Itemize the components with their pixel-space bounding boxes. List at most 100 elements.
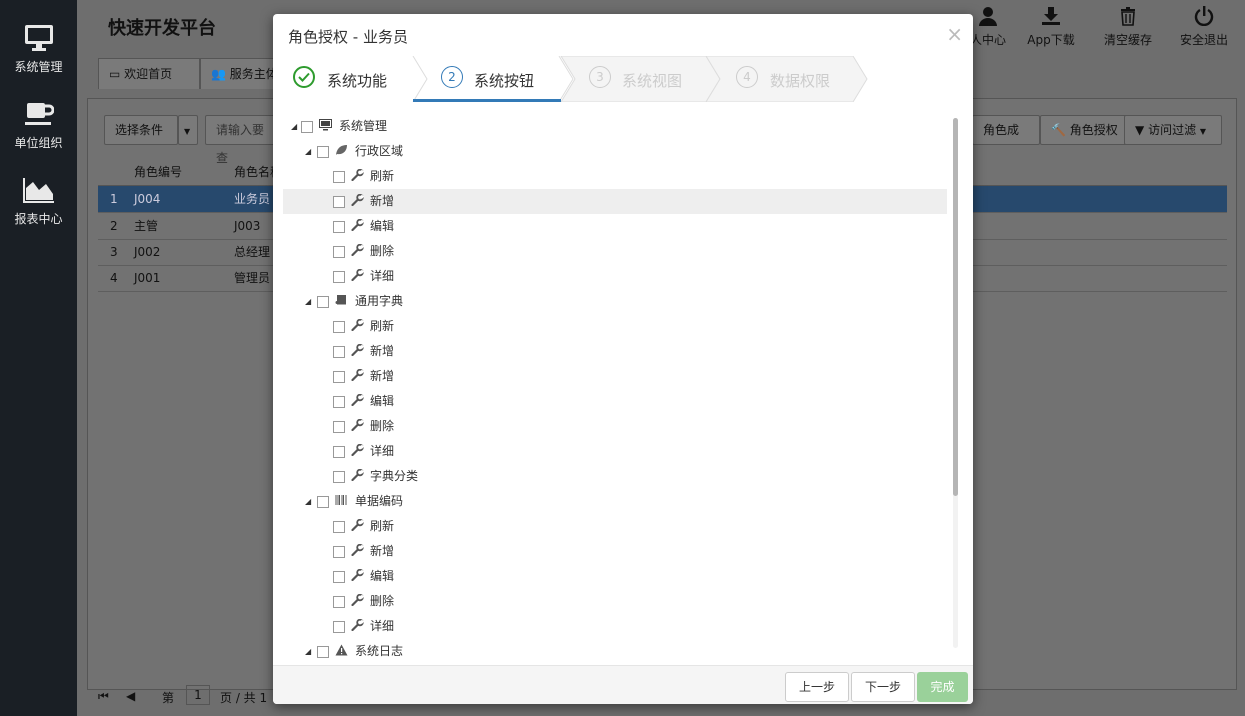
tree-leaf-node[interactable]: 详细 <box>283 614 947 639</box>
first-page-icon[interactable]: ⏮ <box>98 689 109 704</box>
permission-tree: ◢ 系统管理 ◢ 行政区域 刷新 新增 编辑 删除 详细 ◢ 通用字典 刷新 新增 新增 编辑 删除 详细 字典分… <box>273 102 973 665</box>
users-icon: 👥 <box>211 67 226 81</box>
prev-page-icon[interactable]: ◀ <box>126 689 135 703</box>
tree-leaf-node[interactable]: 删除 <box>283 589 947 614</box>
button-label: 角色授权 <box>1069 123 1118 137</box>
cell-name: 总经理 <box>234 245 271 259</box>
tree-checkbox[interactable] <box>333 521 345 533</box>
button-label: 选择条件 <box>115 123 164 137</box>
tree-checkbox[interactable] <box>333 621 345 633</box>
tree-checkbox[interactable] <box>333 271 345 283</box>
cell-name: 业务员 <box>234 192 271 206</box>
app-title: 快速开发平台 <box>108 18 216 39</box>
close-icon[interactable]: × <box>946 22 963 46</box>
tree-node-label: 详细 <box>370 444 395 458</box>
tree-leaf-node[interactable]: 编辑 <box>283 389 947 414</box>
tree-leaf-node[interactable]: 字典分类 <box>283 464 947 489</box>
next-step-button[interactable]: 下一步 <box>851 672 915 702</box>
sidebar-item-system[interactable]: 系统管理 <box>0 24 77 75</box>
wrench-icon <box>351 315 365 340</box>
tree-checkbox[interactable] <box>317 296 329 308</box>
page-input[interactable]: 1 <box>186 685 210 705</box>
step-label-system-buttons[interactable]: 系统按钮 <box>474 70 534 91</box>
wrench-icon <box>351 590 365 615</box>
role-members-button[interactable]: 角色成员 <box>972 115 1040 145</box>
tree-group-node[interactable]: ◢ 通用字典 <box>283 289 947 314</box>
tree-node-label: 行政区域 <box>355 144 404 158</box>
tree-checkbox[interactable] <box>333 246 345 258</box>
tree-leaf-node[interactable]: 删除 <box>283 239 947 264</box>
role-auth-button[interactable]: 🔨 角色授权 <box>1040 115 1134 145</box>
expand-toggle-icon[interactable]: ◢ <box>291 114 297 139</box>
top-button-label: 人中心 <box>969 33 1006 47</box>
clear-cache-button[interactable]: 清空缓存 <box>1093 6 1163 48</box>
step-label-system-function[interactable]: 系统功能 <box>327 70 387 91</box>
tree-checkbox[interactable] <box>333 446 345 458</box>
tree-group-node[interactable]: ◢ 系统管理 <box>283 114 947 139</box>
tree-checkbox[interactable] <box>333 546 345 558</box>
tree-group-node[interactable]: ◢ 单据编码 <box>283 489 947 514</box>
tab-service[interactable]: 👥 服务主体 <box>200 58 274 89</box>
tree-leaf-node[interactable]: 刷新 <box>283 514 947 539</box>
pager-label: 第 <box>162 691 175 705</box>
tree-leaf-node[interactable]: 新增 <box>283 189 947 214</box>
tree-checkbox[interactable] <box>333 221 345 233</box>
tree-node-label: 字典分类 <box>370 469 419 483</box>
tree-checkbox[interactable] <box>301 121 313 133</box>
condition-dropdown-button[interactable]: ▼ <box>178 115 198 145</box>
book-icon <box>335 290 348 315</box>
app-download-button[interactable]: App下载 <box>1016 6 1086 48</box>
role-auth-dialog: 角色授权 - 业务员 × 系统功能 2 系统按钮 3 系统视图 4 数据权限 ◢… <box>273 14 973 704</box>
expand-toggle-icon[interactable]: ◢ <box>305 139 311 164</box>
tab-welcome[interactable]: ▭ 欢迎首页 <box>98 58 200 89</box>
tree-group-node[interactable]: ◢ 行政区域 <box>283 139 947 164</box>
expand-toggle-icon[interactable]: ◢ <box>305 639 311 664</box>
tree-checkbox[interactable] <box>333 396 345 408</box>
tree-node-label: 编辑 <box>370 569 395 583</box>
select-condition-button[interactable]: 选择条件 <box>104 115 178 145</box>
access-filter-button[interactable]: ▼ 访问过滤 ▼ <box>1124 115 1222 145</box>
logout-button[interactable]: 安全退出 <box>1169 6 1239 48</box>
top-button-label: 安全退出 <box>1179 33 1228 47</box>
tree-leaf-node[interactable]: 详细 <box>283 439 947 464</box>
step-number: 2 <box>441 66 463 88</box>
expand-toggle-icon[interactable]: ◢ <box>305 289 311 314</box>
tree-checkbox[interactable] <box>333 371 345 383</box>
sidebar-item-org[interactable]: 单位组织 <box>0 100 77 151</box>
wrench-icon <box>351 440 365 465</box>
finish-button[interactable]: 完成 <box>917 672 968 702</box>
tree-checkbox[interactable] <box>333 421 345 433</box>
tree-leaf-node[interactable]: 编辑 <box>283 564 947 589</box>
prev-step-button[interactable]: 上一步 <box>785 672 849 702</box>
tree-leaf-node[interactable]: 刷新 <box>283 164 947 189</box>
tree-leaf-node[interactable]: 新增 <box>283 339 947 364</box>
tree-leaf-node[interactable]: 详细 <box>283 264 947 289</box>
tree-checkbox[interactable] <box>333 471 345 483</box>
tree-checkbox[interactable] <box>333 596 345 608</box>
search-input[interactable]: 请输入要查 <box>205 115 277 165</box>
user-icon <box>979 7 997 26</box>
tree-checkbox[interactable] <box>333 346 345 358</box>
step-label-data-permission[interactable]: 数据权限 <box>770 70 830 91</box>
tree-leaf-node[interactable]: 编辑 <box>283 214 947 239</box>
tree-leaf-node[interactable]: 刷新 <box>283 314 947 339</box>
tree-leaf-node[interactable]: 新增 <box>283 364 947 389</box>
tree-group-node[interactable]: ◢ 系统日志 <box>283 639 947 664</box>
tree-checkbox[interactable] <box>317 496 329 508</box>
tree-checkbox[interactable] <box>317 646 329 658</box>
filter-icon: ▼ <box>1135 123 1145 137</box>
wrench-icon <box>351 415 365 440</box>
tree-checkbox[interactable] <box>333 321 345 333</box>
tree-checkbox[interactable] <box>333 171 345 183</box>
step-number: 3 <box>589 66 611 88</box>
tree-checkbox[interactable] <box>333 196 345 208</box>
tree-leaf-node[interactable]: 删除 <box>283 414 947 439</box>
tree-leaf-node[interactable]: 新增 <box>283 539 947 564</box>
caret-down-icon: ▼ <box>184 127 191 136</box>
tree-checkbox[interactable] <box>333 571 345 583</box>
tree-checkbox[interactable] <box>317 146 329 158</box>
step-label-system-view[interactable]: 系统视图 <box>622 70 682 91</box>
expand-toggle-icon[interactable]: ◢ <box>305 489 311 514</box>
tree-scrollbar-thumb[interactable] <box>953 118 958 496</box>
sidebar-item-report[interactable]: 报表中心 <box>0 176 77 227</box>
